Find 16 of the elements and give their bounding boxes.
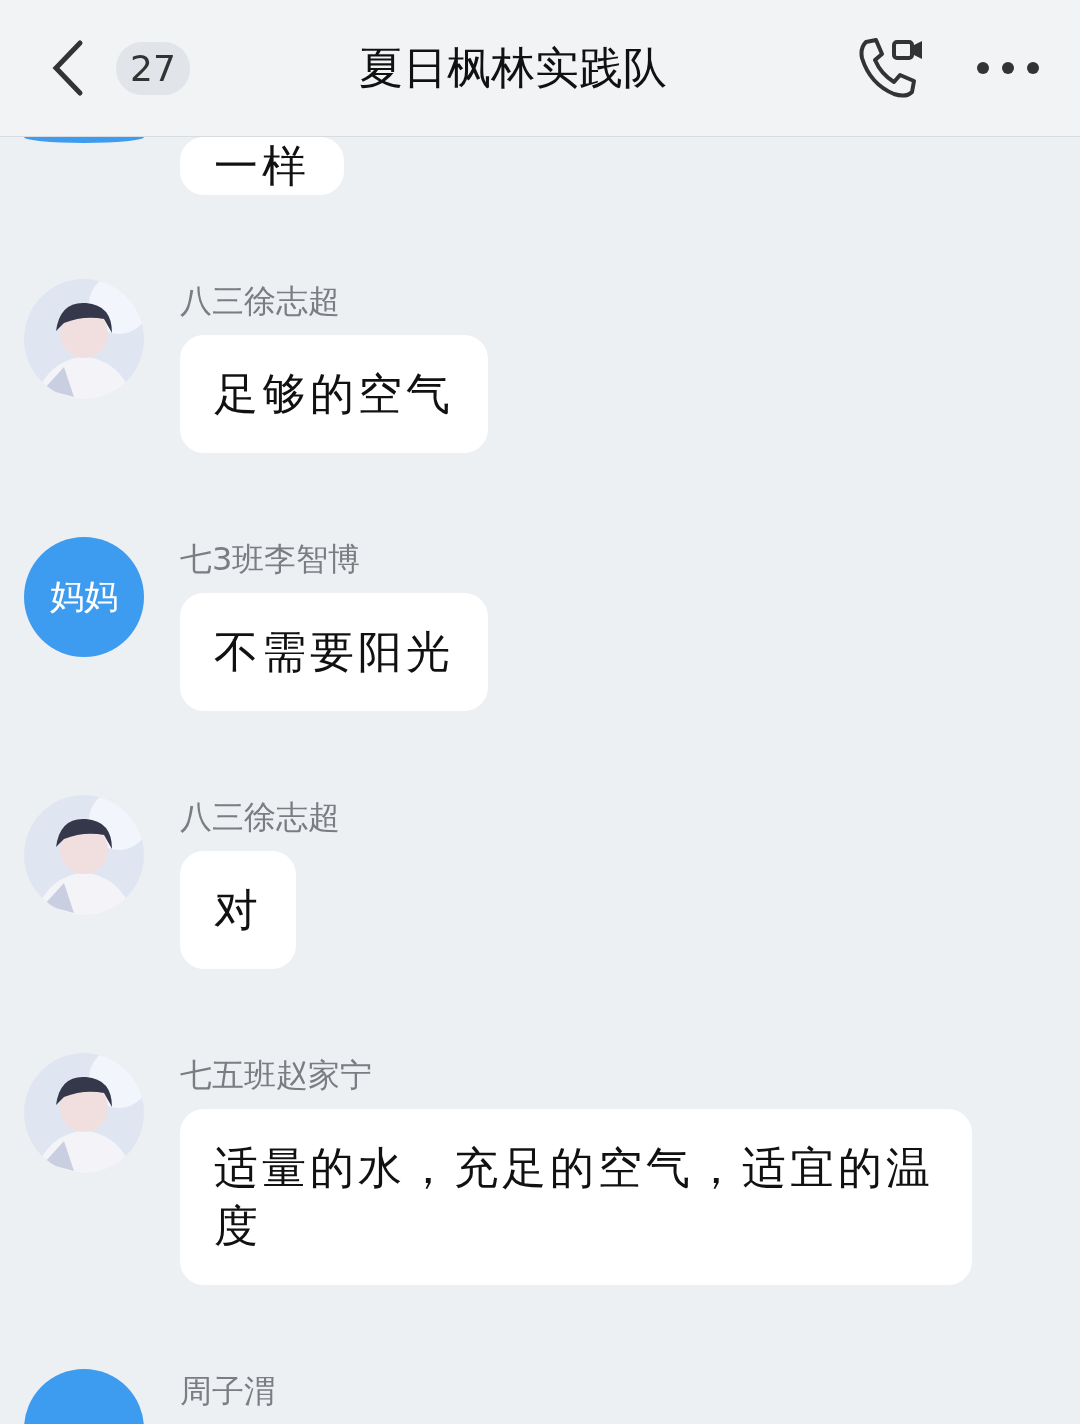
message-bubble: 不需要阳光 [180, 593, 488, 711]
message-bubble: 对 [180, 851, 296, 969]
more-button[interactable] [976, 61, 1040, 75]
sender-name: 八三徐志超 [180, 283, 340, 319]
chevron-left-icon [50, 39, 84, 97]
message-bubble: 足够的空气 [180, 335, 488, 453]
sender-name: 八三徐志超 [180, 799, 340, 835]
message-bubble: 适量的水，充足的空气，适宜的温度 [180, 1109, 972, 1285]
chat-title: 夏日枫林实践队 [357, 40, 668, 95]
sender-name: 七五班赵家宁 [180, 1057, 372, 1093]
sender-name: 七3班李智博 [180, 541, 361, 577]
message-bubble: 一样 [180, 137, 344, 195]
more-icon [976, 61, 1040, 75]
unread-count-badge: 27 [116, 41, 190, 95]
avatar[interactable]: 妈妈 [24, 537, 144, 657]
sender-name: 周子渭 [180, 1373, 276, 1409]
